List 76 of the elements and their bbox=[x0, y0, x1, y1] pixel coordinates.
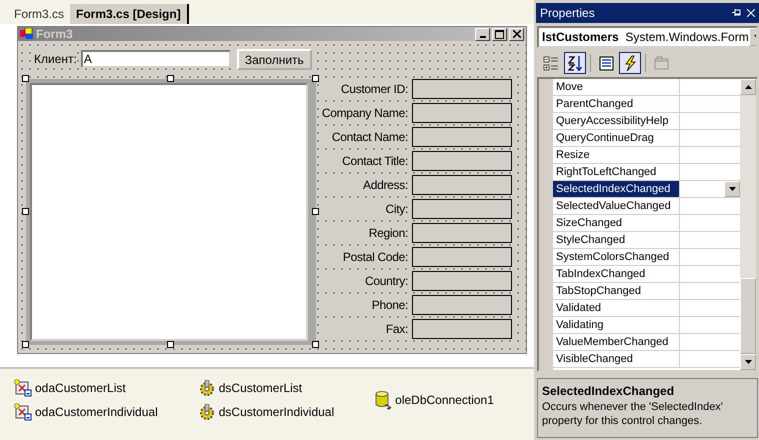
client-input[interactable]: A bbox=[80, 50, 231, 68]
event-name[interactable]: SelectedIndexChanged bbox=[553, 180, 679, 197]
sort-az-icon bbox=[567, 54, 583, 71]
text-field[interactable] bbox=[412, 223, 512, 243]
gear-icon bbox=[198, 380, 216, 396]
component-label[interactable]: dsCustomerIndividual bbox=[218, 403, 334, 421]
event-name[interactable]: VisibleChanged bbox=[553, 350, 679, 367]
event-name[interactable]: ValueMemberChanged bbox=[553, 334, 679, 350]
resize-handle[interactable] bbox=[22, 341, 29, 348]
property-pages-icon bbox=[653, 54, 669, 71]
component-label[interactable]: odaCustomerList bbox=[35, 379, 126, 397]
close-button[interactable] bbox=[509, 28, 524, 40]
event-name[interactable]: Validated bbox=[553, 300, 679, 316]
object-selector[interactable]: lstCustomers System.Windows.Form bbox=[537, 26, 758, 48]
sort-az-button[interactable] bbox=[564, 52, 586, 74]
minimize-button[interactable] bbox=[475, 28, 490, 40]
editor-tab[interactable]: Form3.cs bbox=[8, 4, 70, 24]
dropdown-button[interactable] bbox=[724, 180, 740, 197]
close-icon[interactable] bbox=[747, 8, 755, 17]
text-field[interactable] bbox=[412, 103, 512, 123]
fill-button[interactable]: Заполнить bbox=[236, 48, 312, 70]
component-label[interactable]: oleDbConnection1 bbox=[395, 391, 494, 409]
data-adapter-icon bbox=[14, 379, 32, 397]
text-field[interactable] bbox=[412, 151, 512, 171]
categorized-icon bbox=[543, 54, 559, 71]
event-name[interactable]: QueryAccessibilityHelp bbox=[553, 112, 679, 129]
component-label[interactable]: odaCustomerIndividual bbox=[35, 403, 158, 421]
event-name[interactable]: TabStopChanged bbox=[553, 282, 679, 299]
event-name[interactable]: StyleChanged bbox=[553, 232, 679, 248]
text-field[interactable] bbox=[412, 79, 512, 99]
resize-handle[interactable] bbox=[22, 208, 29, 215]
event-name[interactable]: Validating bbox=[553, 316, 679, 333]
data-adapter-icon bbox=[14, 403, 32, 421]
scroll-down-button[interactable] bbox=[740, 354, 756, 370]
description-text: Occurs whenever the 'SelectedIndex' property for this control changes. bbox=[542, 400, 724, 428]
maximize-icon bbox=[495, 30, 504, 38]
event-name[interactable]: SelectedValueChanged bbox=[553, 198, 679, 214]
event-name[interactable]: RightToLeftChanged bbox=[553, 164, 679, 180]
component-label[interactable]: dsCustomerList bbox=[218, 379, 302, 397]
gear-icon bbox=[198, 404, 216, 420]
event-name[interactable]: ParentChanged bbox=[553, 96, 679, 112]
resize-handle[interactable] bbox=[312, 75, 319, 82]
editor-tab[interactable]: Form3.cs [Design] bbox=[70, 4, 189, 24]
resize-handle[interactable] bbox=[167, 341, 174, 348]
up-arrow-icon bbox=[744, 84, 752, 89]
pin-icon[interactable] bbox=[732, 8, 742, 18]
resize-handle[interactable] bbox=[167, 75, 174, 82]
resize-handle[interactable] bbox=[312, 208, 319, 215]
scroll-up-button[interactable] bbox=[740, 78, 756, 95]
text-field[interactable] bbox=[412, 175, 512, 195]
form-icon bbox=[20, 28, 34, 40]
panel-title: Properties bbox=[540, 4, 595, 22]
event-name[interactable]: Resize bbox=[553, 146, 679, 163]
property-list-icon bbox=[598, 54, 614, 71]
text-field[interactable] bbox=[412, 295, 512, 315]
text-field[interactable] bbox=[412, 199, 512, 219]
text-field[interactable] bbox=[412, 127, 512, 147]
form-title: Form3 bbox=[36, 28, 73, 40]
scroll-thumb[interactable] bbox=[740, 278, 756, 354]
down-arrow-icon bbox=[728, 186, 736, 191]
text-field[interactable] bbox=[412, 247, 512, 267]
event-name[interactable]: QueryContinueDrag bbox=[553, 130, 679, 146]
lightning-button[interactable] bbox=[619, 52, 641, 74]
event-name[interactable]: SystemColorsChanged bbox=[553, 248, 679, 265]
text-field[interactable] bbox=[412, 319, 512, 339]
resize-handle[interactable] bbox=[312, 341, 319, 348]
close-icon bbox=[512, 30, 520, 38]
event-name[interactable]: TabIndexChanged bbox=[553, 266, 679, 282]
resize-handle[interactable] bbox=[22, 75, 29, 82]
description-title: SelectedIndexChanged bbox=[542, 383, 676, 400]
event-name[interactable]: Move bbox=[553, 78, 679, 95]
maximize-button[interactable] bbox=[492, 28, 507, 40]
event-name[interactable]: SizeChanged bbox=[553, 214, 679, 231]
text-field[interactable] bbox=[412, 271, 512, 291]
database-icon bbox=[374, 390, 392, 410]
down-arrow-icon bbox=[744, 360, 752, 364]
